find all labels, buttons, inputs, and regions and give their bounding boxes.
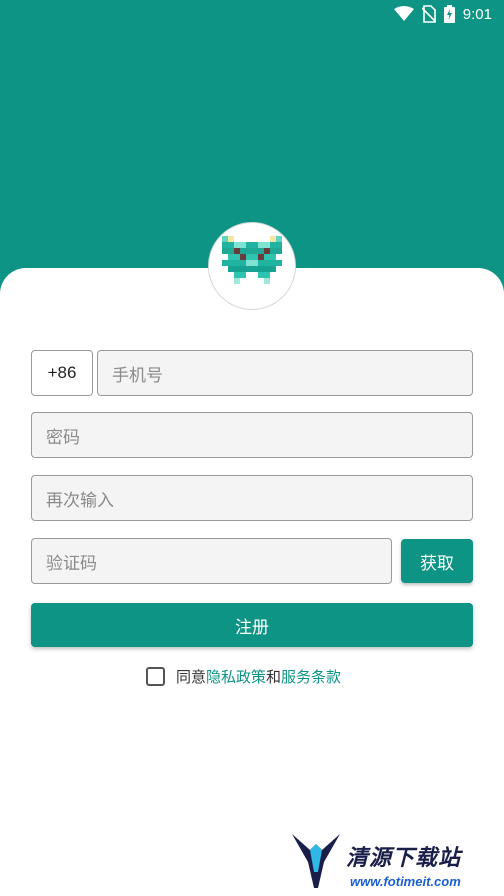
country-code-button[interactable]: +86 [31,350,93,396]
no-sim-icon [421,5,436,23]
get-code-button[interactable]: 获取 [401,539,473,583]
watermark: 清源下载站 www.fotimeit.com [288,828,488,894]
clock: 9:01 [462,5,492,23]
watermark-url: www.fotimeit.com [350,874,461,889]
wifi-icon [393,6,414,22]
pixel-avatar-image [216,230,288,302]
verification-code-input[interactable]: 验证码 [31,538,392,584]
confirm-password-placeholder: 再次输入 [46,490,114,511]
password-placeholder: 密码 [46,427,80,448]
status-bar: 9:01 [0,0,504,28]
agreement-and: 和 [266,667,282,686]
register-button[interactable]: 注册 [31,603,473,647]
agreement-row: 同意 隐私政策 和 服务条款 [146,665,341,687]
agreement-checkbox[interactable] [146,666,165,686]
password-input[interactable]: 密码 [31,412,473,458]
verification-code-placeholder: 验证码 [46,553,97,574]
avatar[interactable] [208,222,296,310]
agreement-prefix: 同意 [176,667,207,686]
watermark-logo-icon [292,834,340,888]
terms-of-service-link[interactable]: 服务条款 [281,666,341,687]
phone-placeholder: 手机号 [112,365,163,386]
privacy-policy-link[interactable]: 隐私政策 [206,666,266,687]
watermark-title: 清源下载站 [346,846,462,871]
battery-charging-icon [443,5,455,23]
phone-input[interactable]: 手机号 [97,350,473,396]
confirm-password-input[interactable]: 再次输入 [31,475,473,521]
